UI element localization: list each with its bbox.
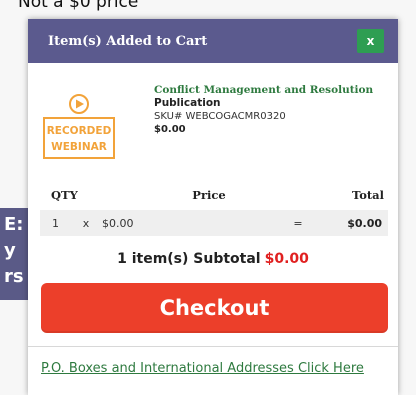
table-header: QTY Price Total: [40, 184, 388, 206]
background-left-char: rs: [4, 266, 24, 287]
product-item: RECORDED WEBINAR Conflict Management and…: [28, 63, 398, 173]
background-left-char: E:: [4, 214, 24, 235]
background-heading: Not a $0 price: [18, 0, 139, 12]
product-name[interactable]: Conflict Management and Resolution: [154, 84, 390, 97]
product-price: $0.00: [154, 124, 186, 135]
close-button[interactable]: x: [357, 29, 384, 53]
background-left-text: E: y rs: [4, 212, 24, 290]
product-info: Conflict Management and Resolution Publi…: [154, 84, 390, 136]
play-circle-icon: [69, 94, 89, 114]
thumbnail-line-1: RECORDED: [47, 125, 112, 137]
total-header: Total: [351, 188, 384, 202]
po-boxes-link[interactable]: P.O. Boxes and International Addresses C…: [41, 361, 364, 376]
subtotal-label: 1 item(s) Subtotal: [117, 251, 261, 267]
row-equals: =: [293, 216, 303, 230]
cart-modal: Item(s) Added to Cart x RECORDED WEBINAR…: [28, 19, 398, 395]
qty-header: QTY: [51, 188, 78, 202]
checkout-button[interactable]: Checkout: [41, 283, 388, 333]
divider: [28, 346, 398, 347]
row-total: $0.00: [347, 216, 382, 230]
product-type: Publication: [154, 97, 221, 109]
subtotal-amount: $0.00: [264, 251, 309, 267]
product-sku: SKU# WEBCOGACMR0320: [154, 111, 286, 122]
row-qty: 1: [52, 216, 59, 230]
modal-title: Item(s) Added to Cart: [48, 33, 208, 49]
thumbnail-line-2: WEBINAR: [51, 141, 107, 153]
cart-table: QTY Price Total 1 x $0.00 = $0.00: [40, 184, 388, 236]
row-times: x: [82, 216, 90, 230]
subtotal: 1 item(s) Subtotal $0.00: [28, 251, 398, 267]
price-header: Price: [192, 188, 226, 202]
page: Not a $0 price E: y rs Item(s) Added to …: [0, 0, 416, 395]
modal-header: Item(s) Added to Cart x: [28, 19, 398, 63]
table-row: 1 x $0.00 = $0.00: [40, 210, 388, 236]
row-price: $0.00: [102, 216, 134, 230]
recorded-webinar-thumbnail: RECORDED WEBINAR: [43, 94, 115, 159]
background-left-char: y: [4, 240, 16, 261]
